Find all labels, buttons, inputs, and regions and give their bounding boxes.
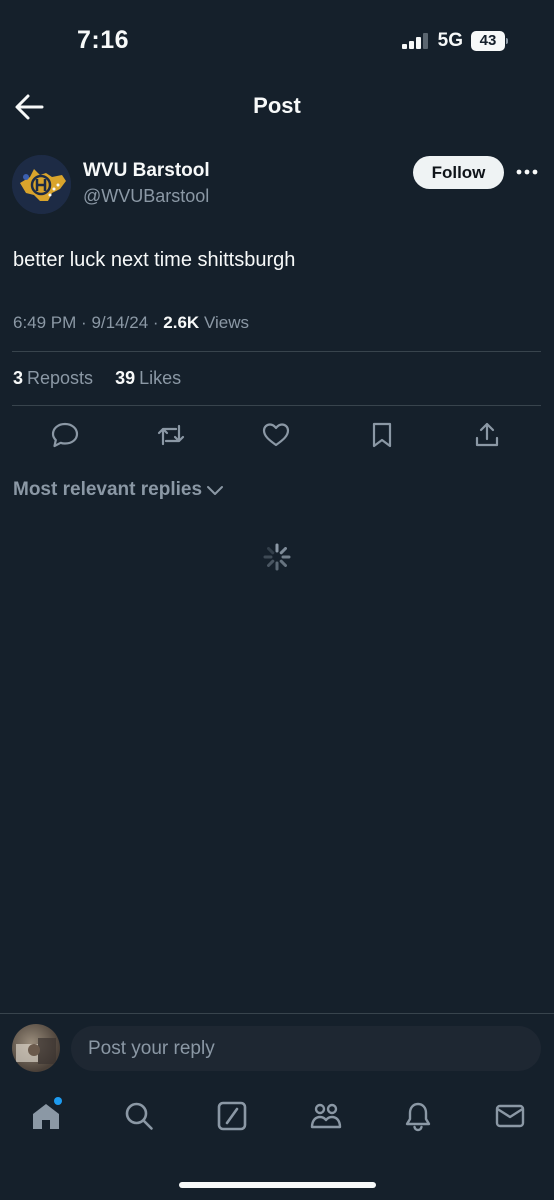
divider — [0, 1013, 554, 1014]
author-avatar[interactable] — [12, 155, 71, 214]
replies-sort-label: Most relevant replies — [13, 479, 203, 500]
views-label: Views — [203, 313, 249, 332]
network-type: 5G — [437, 30, 463, 51]
nav-grok[interactable] — [216, 1100, 248, 1132]
chevron-down-icon — [207, 486, 224, 495]
divider — [12, 351, 541, 352]
reply-input[interactable]: Post your reply — [71, 1026, 541, 1071]
reposts-stat[interactable]: 3 Reposts — [13, 368, 93, 388]
bookmark-button[interactable] — [367, 420, 397, 450]
home-indicator — [179, 1182, 376, 1188]
repost-button[interactable] — [156, 420, 186, 450]
reposts-label: Reposts — [27, 368, 94, 388]
page-title: Post — [253, 93, 301, 118]
author-handle[interactable]: @WVUBarstool — [83, 186, 209, 207]
engagement-counts: 3 Reposts 39 Likes — [13, 368, 181, 389]
status-time: 7:16 — [77, 26, 130, 54]
nav-communities[interactable] — [309, 1100, 342, 1132]
battery-level: 43 — [471, 31, 505, 51]
bookmark-icon — [372, 422, 392, 448]
status-indicators: 5G 43 — [401, 30, 508, 52]
like-button[interactable] — [261, 420, 291, 450]
nav-notifications[interactable] — [402, 1100, 434, 1132]
more-button[interactable] — [516, 160, 538, 184]
communities-icon — [310, 1103, 342, 1129]
more-dots-icon — [516, 169, 538, 175]
share-icon — [475, 422, 499, 447]
post-text: better luck next time shittsburgh — [13, 249, 296, 271]
post-date: 9/14/24 — [91, 313, 149, 332]
likes-stat[interactable]: 39 Likes — [115, 368, 181, 388]
reposts-count: 3 — [13, 368, 24, 388]
search-icon — [125, 1102, 153, 1130]
reply-button[interactable] — [50, 420, 80, 450]
reply-icon — [51, 422, 79, 448]
user-photo-icon — [16, 1038, 56, 1064]
battery-icon: 43 — [471, 31, 508, 51]
author-name[interactable]: WVU Barstool — [83, 160, 210, 182]
grok-icon — [217, 1101, 247, 1131]
likes-label: Likes — [139, 368, 182, 388]
nav-search[interactable] — [123, 1100, 155, 1132]
heart-icon — [262, 423, 290, 447]
wvu-logo-icon — [12, 155, 71, 214]
repost-icon — [157, 424, 185, 446]
spinner-icon — [263, 543, 291, 571]
divider — [12, 405, 541, 406]
follow-button[interactable]: Follow — [413, 156, 504, 189]
loading-spinner — [262, 542, 292, 572]
notifications-icon — [405, 1102, 431, 1132]
replies-sort-dropdown[interactable]: Most relevant replies — [13, 479, 224, 501]
post-meta: 6:49 PM · 9/14/24 · 2.6K Views — [13, 313, 249, 332]
signal-icon — [401, 33, 428, 49]
nav-messages[interactable] — [494, 1100, 526, 1132]
home-notification-dot — [54, 1097, 62, 1105]
likes-count: 39 — [115, 368, 136, 388]
messages-icon — [495, 1104, 525, 1128]
post-time: 6:49 PM — [13, 313, 77, 332]
reply-placeholder: Post your reply — [88, 1037, 215, 1059]
views-count: 2.6K — [163, 313, 200, 332]
user-avatar — [12, 1024, 60, 1072]
share-button[interactable] — [472, 420, 502, 450]
